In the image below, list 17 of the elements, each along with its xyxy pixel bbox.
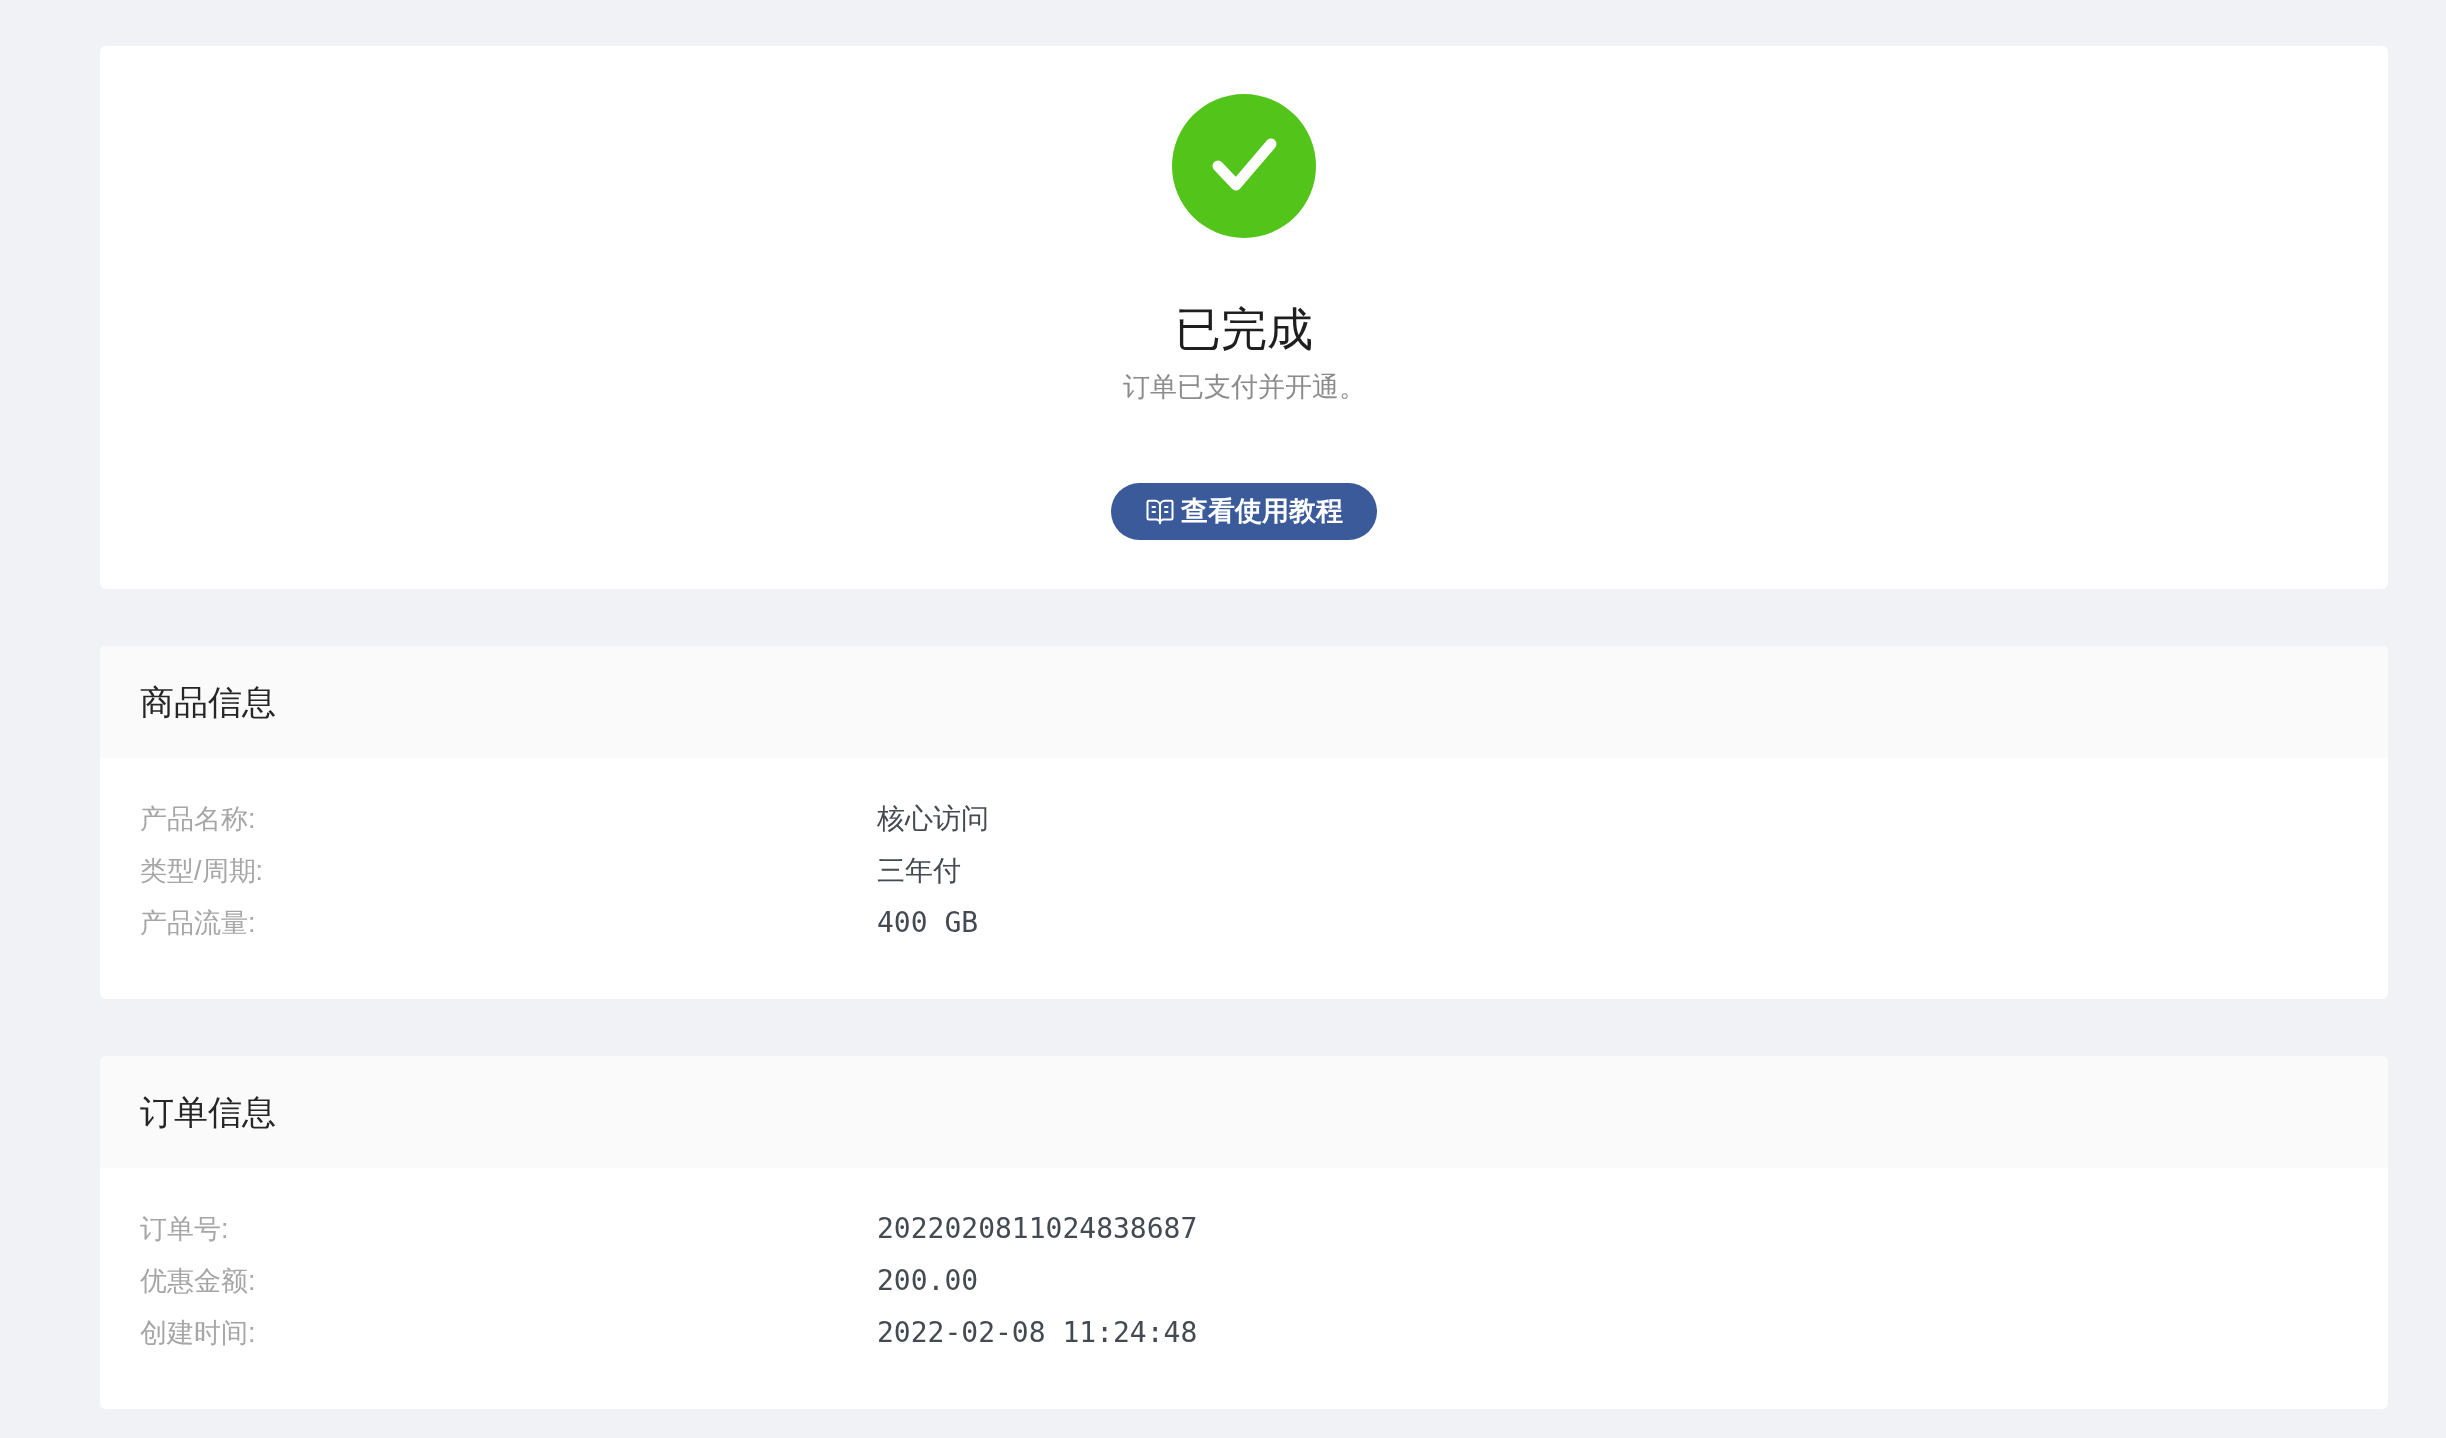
field-label: 订单号: xyxy=(140,1215,230,1243)
field-value: 200.00 xyxy=(877,1267,979,1295)
section-title: 商品信息 xyxy=(140,685,276,719)
field-value: 核心访问 xyxy=(877,805,989,833)
field-value: 400 GB xyxy=(877,909,979,937)
field-label: 产品流量: xyxy=(140,909,257,937)
field-value: 2022020811024838687 xyxy=(877,1215,1198,1243)
field-value: 三年付 xyxy=(877,857,961,885)
status-title: 已完成 xyxy=(1175,306,1313,352)
status-message: 订单已支付并开通。 xyxy=(1122,374,1366,401)
section-title: 订单信息 xyxy=(140,1095,276,1129)
field-label: 创建时间: xyxy=(140,1319,257,1347)
field-label: 类型/周期: xyxy=(140,857,264,885)
field-label: 优惠金额: xyxy=(140,1267,257,1295)
field-value: 2022-02-08 11:24:48 xyxy=(877,1319,1198,1347)
field-label: 产品名称: xyxy=(140,805,257,833)
tutorial-button[interactable]: 查看使用教程 xyxy=(1111,483,1377,540)
